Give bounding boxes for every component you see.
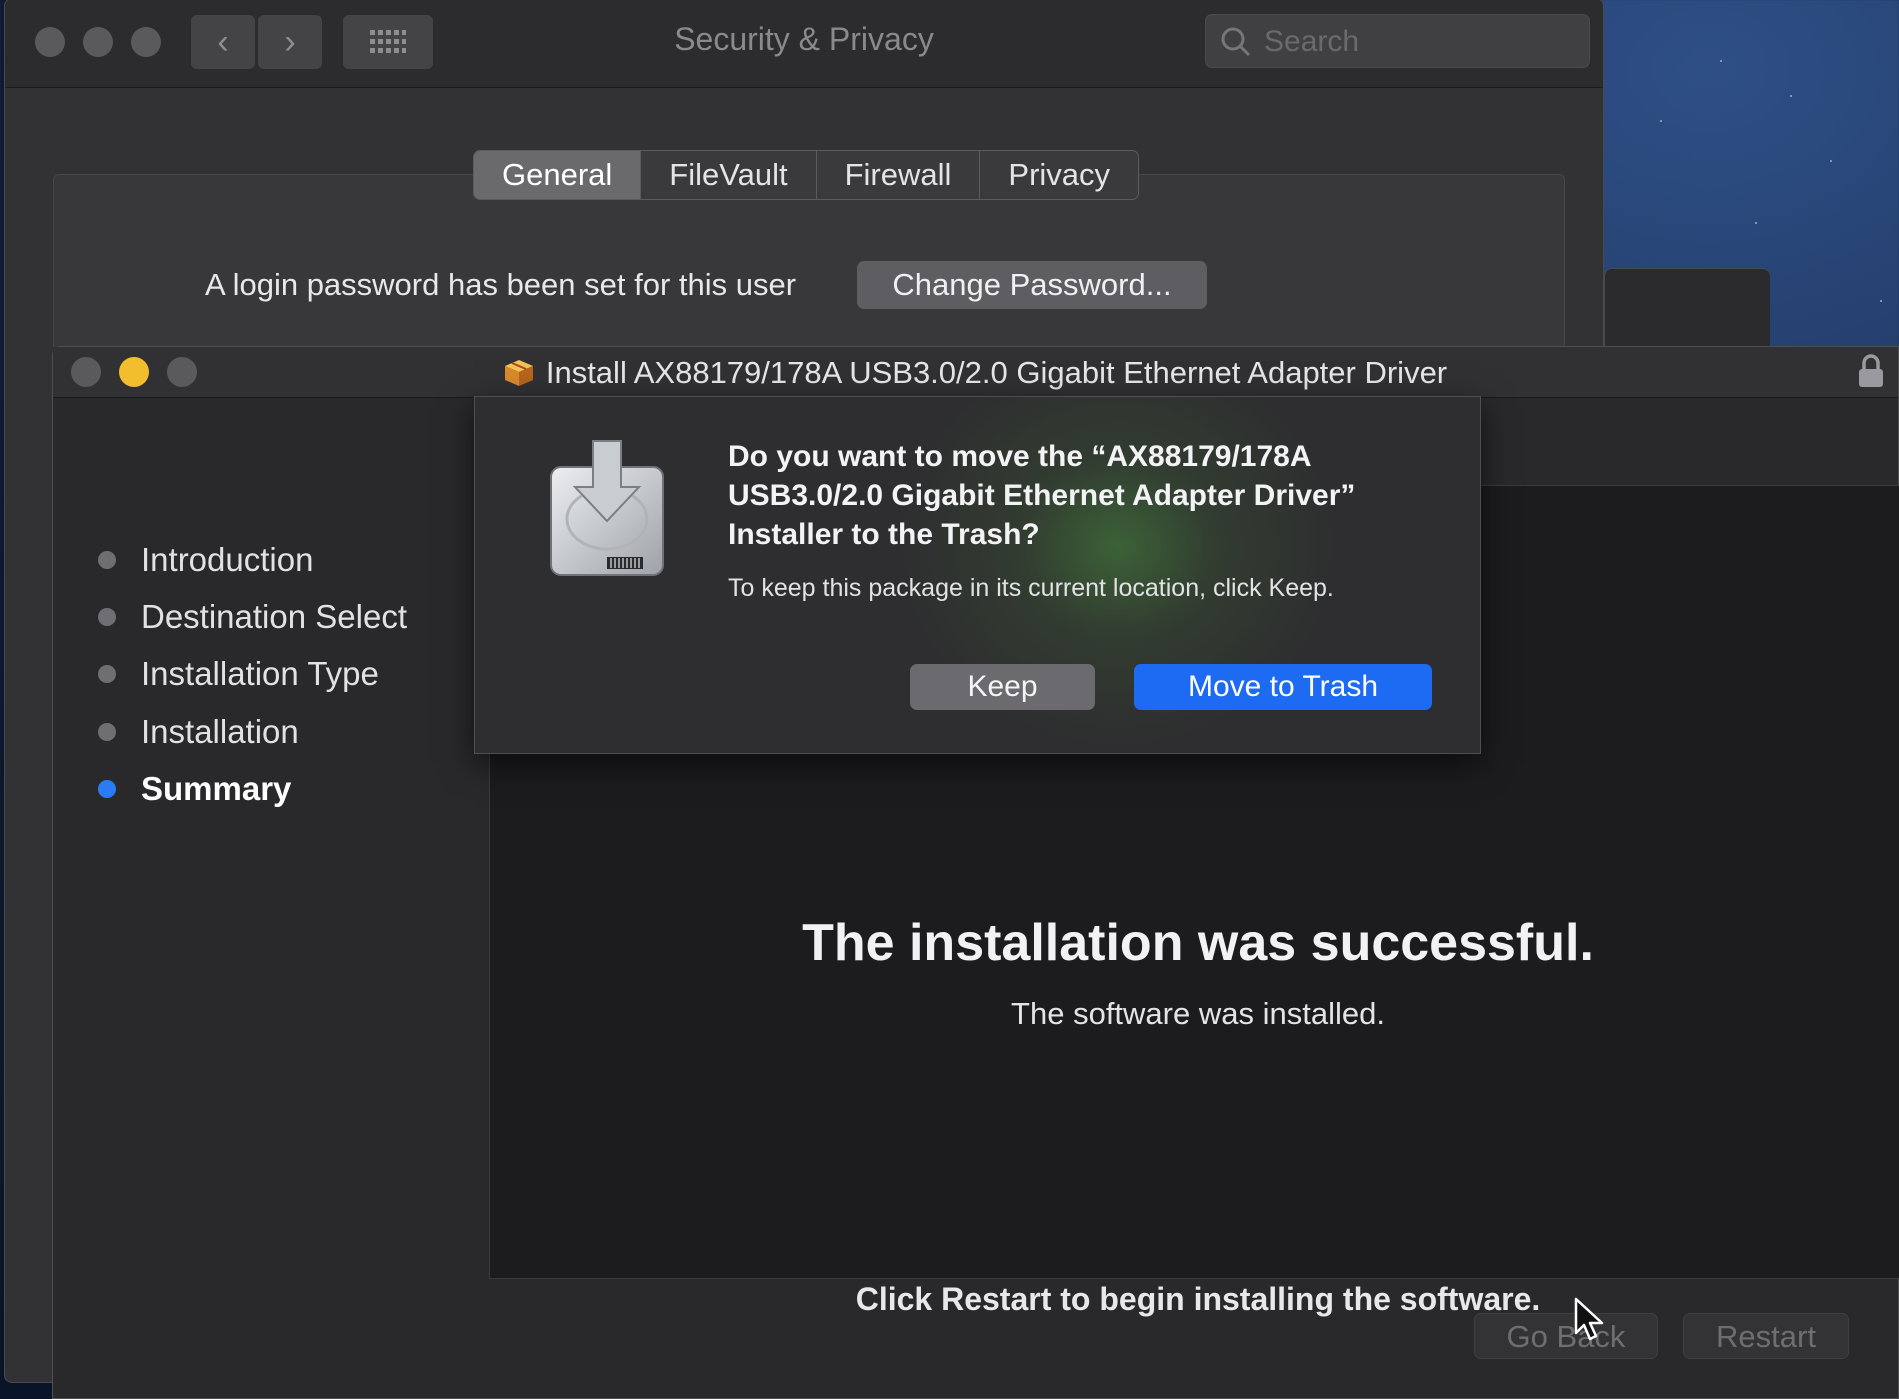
step-dot [98,551,116,569]
step-label: Destination Select [141,598,407,635]
tab-firewall[interactable]: Firewall [817,151,981,199]
installer-title: Install AX88179/178A USB3.0/2.0 Gigabit … [53,355,1898,391]
step-dot [98,723,116,741]
disk-install-icon [550,440,664,576]
desktop-star [1720,60,1722,62]
search-field[interactable]: Search [1205,14,1590,68]
dialog-heading: Do you want to move the “AX88179/178A US… [728,440,1356,551]
step-dot [98,608,116,626]
step-dot-active [98,780,116,798]
step-summary: Summary [98,770,291,808]
search-placeholder: Search [1264,25,1360,58]
step-label: Summary [141,770,292,807]
desktop-star [1660,120,1662,122]
desktop-star [1830,160,1832,162]
step-installation: Installation [98,713,299,751]
step-destination-select: Destination Select [98,598,407,636]
restart-button[interactable]: Restart [1683,1313,1849,1359]
tab-privacy[interactable]: Privacy [980,151,1138,199]
success-title: The installation was successful. [802,914,1594,972]
desktop-star [1755,222,1757,224]
login-password-text: A login password has been set for this u… [205,267,797,302]
step-label: Introduction [141,541,314,578]
package-icon [504,360,533,386]
step-installation-type: Installation Type [98,655,379,693]
desktop-star [1880,300,1882,302]
step-dot [98,665,116,683]
step-introduction: Introduction [98,541,313,579]
installer-title-text: Install AX88179/178A USB3.0/2.0 Gigabit … [545,355,1448,390]
change-password-button[interactable]: Change Password... [857,261,1207,309]
lock-icon[interactable] [1856,353,1886,389]
preference-tabs: General FileVault Firewall Privacy [473,150,1140,200]
success-subtitle: The software was installed. [1011,996,1385,1031]
tab-filevault[interactable]: FileVault [641,151,817,199]
step-label: Installation Type [141,655,379,692]
step-label: Installation [141,713,299,750]
go-back-button[interactable]: Go Back [1474,1313,1658,1359]
move-to-trash-button[interactable]: Move to Trash [1134,664,1432,710]
installer-titlebar: Install AX88179/178A USB3.0/2.0 Gigabit … [53,347,1898,398]
mouse-cursor-icon [1574,1297,1604,1341]
search-icon [1221,27,1251,57]
desktop-star [1790,95,1792,97]
move-to-trash-dialog: Do you want to move the “AX88179/178A US… [474,396,1481,754]
dialog-body: To keep this package in its current loca… [728,574,1334,602]
keep-button[interactable]: Keep [910,664,1095,710]
security-privacy-titlebar: ‹ › Security & Privacy Search [5,0,1603,88]
tab-general[interactable]: General [474,151,642,199]
